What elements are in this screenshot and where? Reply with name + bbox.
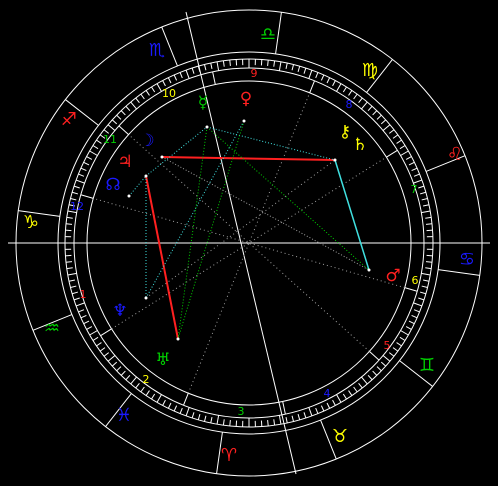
sign-sagittarius-icon: ♐ <box>61 109 77 130</box>
planet-node-icon: ☊ <box>105 175 120 195</box>
house-number: 4 <box>324 387 331 400</box>
house-number: 7 <box>411 183 418 196</box>
planet-position-dot <box>333 158 337 162</box>
house-number: 6 <box>412 274 419 287</box>
sign-gemini-icon: ♊ <box>419 355 435 376</box>
degree-tick <box>65 223 73 225</box>
sign-taurus-icon: ♉ <box>332 426 348 447</box>
house-number: 8 <box>346 98 353 111</box>
planet-mercury-icon: ☿ <box>198 93 208 113</box>
sign-virgo-icon: ♍ <box>362 60 378 81</box>
planet-mars-icon: ♂ <box>385 266 400 286</box>
degree-tick <box>425 261 433 263</box>
sign-aries-icon: ♈ <box>221 445 237 466</box>
planet-moon-icon: ☽ <box>139 131 154 151</box>
degree-tick <box>267 419 269 427</box>
planet-venus-icon: ♀ <box>240 89 252 109</box>
sign-aquarius-icon: ♒ <box>44 318 60 339</box>
planet-position-dot <box>144 296 148 300</box>
house-number: 5 <box>384 339 391 352</box>
house-number: 3 <box>238 405 245 418</box>
planet-neptune-icon: ♆ <box>112 301 127 321</box>
house-number: 2 <box>143 373 150 386</box>
planet-position-dot <box>127 194 131 198</box>
house-number: 11 <box>103 133 117 146</box>
sign-capricorn-icon: ♑ <box>23 212 39 233</box>
degree-tick <box>267 59 269 67</box>
planet-position-dot <box>160 155 164 159</box>
house-number: 10 <box>162 87 176 100</box>
house-number: 12 <box>70 200 84 213</box>
planet-chiron-icon: ⚷ <box>339 122 351 142</box>
planet-position-dot <box>242 119 246 123</box>
sign-cancer-icon: ♋ <box>459 249 475 270</box>
degree-tick <box>425 223 433 225</box>
natal-chart-wheel: ♋ ♌ ♍ ♎ ♏ ♐ ♑ ♒ ♓ ♈ ♉ ♊ 1 2 3 4 5 6 7 8 … <box>0 0 498 486</box>
house-number: 1 <box>80 288 87 301</box>
degree-tick <box>229 59 231 67</box>
planet-position-dot <box>205 125 209 129</box>
degree-tick <box>65 261 73 263</box>
house-number: 9 <box>251 67 258 80</box>
sign-scorpio-icon: ♏ <box>149 40 165 61</box>
sign-leo-icon: ♌ <box>447 144 463 165</box>
planet-saturn-icon: ♄ <box>352 135 367 155</box>
degree-tick <box>229 419 231 427</box>
planet-uranus-icon: ♅ <box>155 350 170 370</box>
sign-pisces-icon: ♓ <box>116 405 132 426</box>
planet-position-dot <box>144 174 148 178</box>
planet-position-dot <box>176 337 180 341</box>
planet-position-dot <box>367 268 371 272</box>
sign-libra-icon: ♎ <box>260 24 276 45</box>
planet-jupiter-icon: ♃ <box>117 152 132 172</box>
